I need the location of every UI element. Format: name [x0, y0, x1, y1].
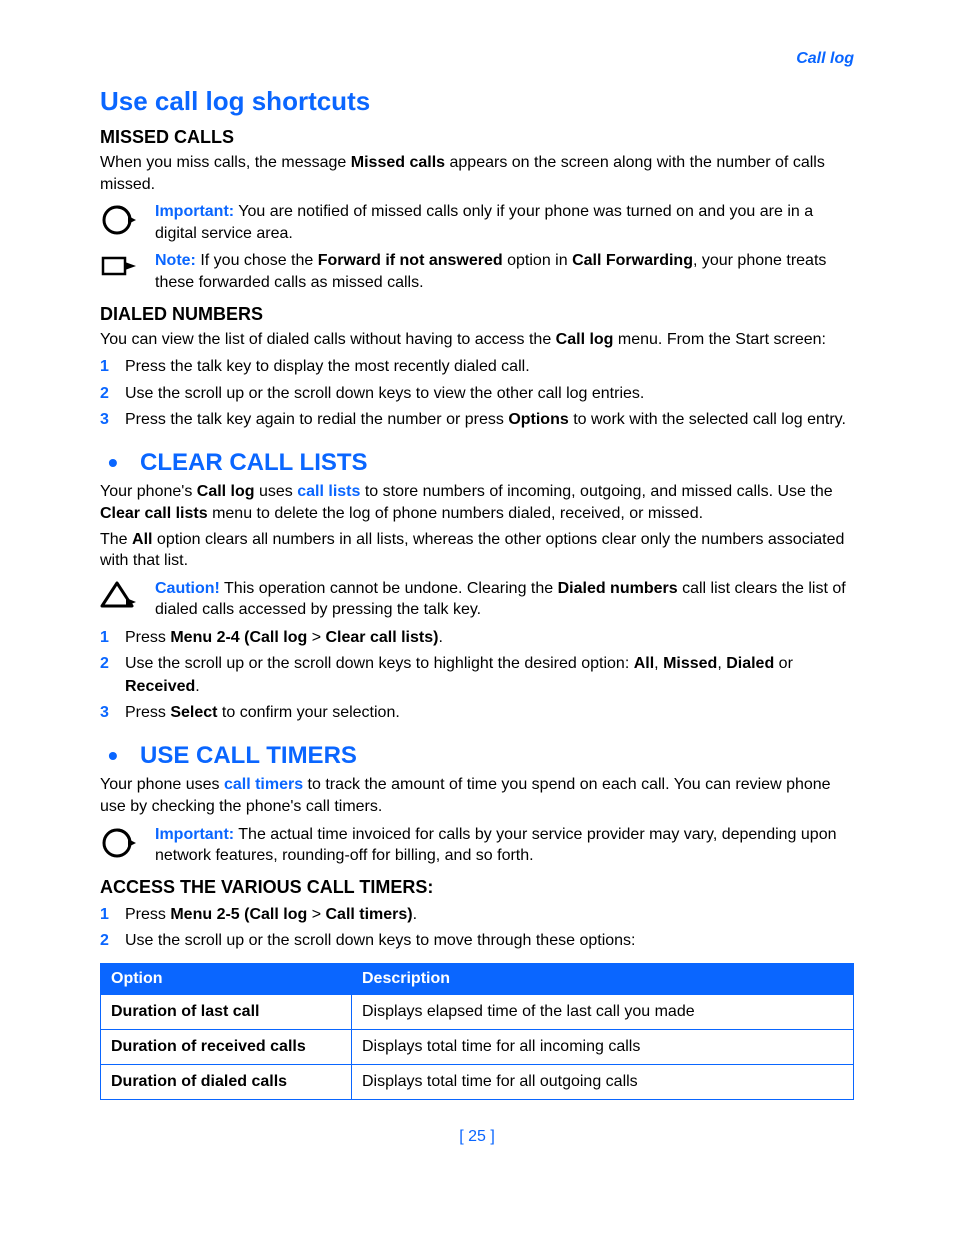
subheading-access-timers: ACCESS THE VARIOUS CALL TIMERS:: [100, 877, 854, 898]
timer-steps: 1Press Menu 2-5 (Call log > Call timers)…: [100, 904, 854, 953]
list-item: 2Use the scroll up or the scroll down ke…: [100, 653, 854, 698]
paragraph: Your phone uses call timers to track the…: [100, 774, 854, 817]
heading-use-call-timers: USE CALL TIMERS: [100, 742, 854, 770]
important-icon: [100, 203, 145, 237]
paragraph: Your phone's Call log uses call lists to…: [100, 481, 854, 524]
list-item: 1Press Menu 2-4 (Call log > Clear call l…: [100, 627, 854, 649]
table-row: Duration of received calls Displays tota…: [101, 1029, 854, 1064]
paragraph: You can view the list of dialed calls wi…: [100, 329, 854, 351]
note-callout: Note: If you chose the Forward if not an…: [100, 250, 854, 293]
list-item: 2Use the scroll up or the scroll down ke…: [100, 930, 854, 952]
subheading-dialed-numbers: DIALED NUMBERS: [100, 304, 854, 325]
table-header-option: Option: [101, 963, 352, 994]
important-callout: Important: The actual time invoiced for …: [100, 824, 854, 867]
important-icon: [100, 826, 145, 860]
paragraph: When you miss calls, the message Missed …: [100, 152, 854, 195]
caution-callout: Caution! This operation cannot be undone…: [100, 578, 854, 621]
paragraph: The All option clears all numbers in all…: [100, 529, 854, 572]
timers-table: Option Description Duration of last call…: [100, 963, 854, 1100]
heading-shortcuts: Use call log shortcuts: [100, 86, 854, 117]
heading-clear-call-lists: CLEAR CALL LISTS: [100, 449, 854, 477]
list-item: 1Press the talk key to display the most …: [100, 356, 854, 378]
page: Call log Use call log shortcuts MISSED C…: [0, 0, 954, 1186]
table-row: Duration of last call Displays elapsed t…: [101, 994, 854, 1029]
list-item: 3Press the talk key again to redial the …: [100, 409, 854, 431]
caution-icon: [100, 580, 145, 612]
list-item: 2Use the scroll up or the scroll down ke…: [100, 383, 854, 405]
table-header-description: Description: [352, 963, 854, 994]
section-header: Call log: [100, 50, 854, 68]
dialed-steps: 1Press the talk key to display the most …: [100, 356, 854, 431]
clear-steps: 1Press Menu 2-4 (Call log > Clear call l…: [100, 627, 854, 725]
note-icon: [100, 252, 145, 282]
page-number: [ 25 ]: [100, 1128, 854, 1146]
list-item: 1Press Menu 2-5 (Call log > Call timers)…: [100, 904, 854, 926]
subheading-missed-calls: MISSED CALLS: [100, 127, 854, 148]
important-callout: Important: You are notified of missed ca…: [100, 201, 854, 244]
table-row: Duration of dialed calls Displays total …: [101, 1064, 854, 1099]
list-item: 3Press Select to confirm your selection.: [100, 702, 854, 724]
